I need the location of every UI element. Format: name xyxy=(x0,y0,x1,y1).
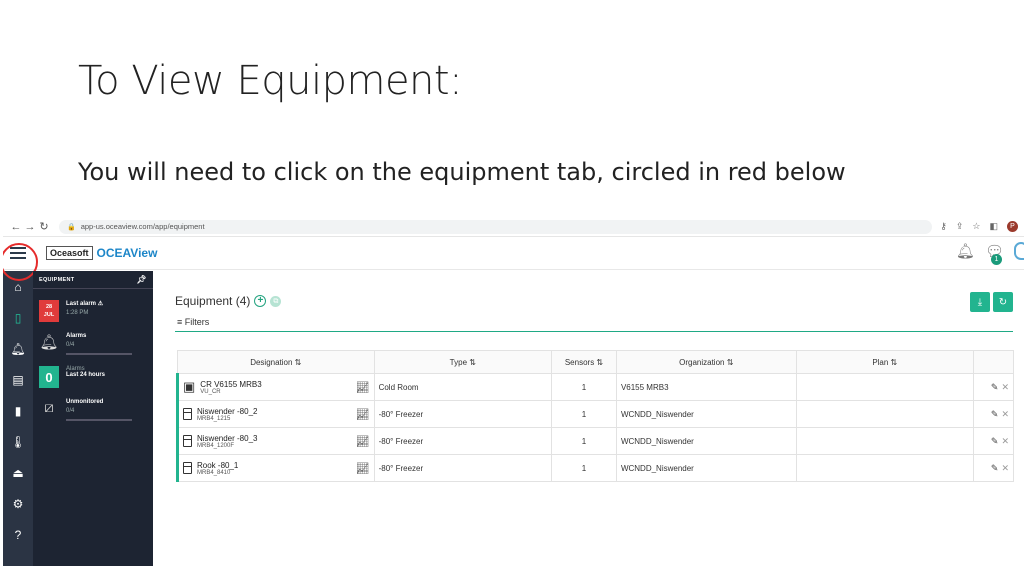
sidepanel-icon[interactable]: ◧ xyxy=(989,221,998,232)
count-badge: 0 xyxy=(39,366,59,388)
slide-subtitle: You will need to click on the equipment … xyxy=(78,158,846,186)
col-designation[interactable]: Designation ⇅ xyxy=(177,350,375,374)
box-icon: ▣ xyxy=(183,379,196,394)
gear-icon[interactable]: ⚙ xyxy=(3,488,33,519)
chat-icon[interactable]: 💬︎ 1 xyxy=(985,242,1004,265)
download-icon: ⤓ xyxy=(977,296,983,308)
unmonitored-progress xyxy=(66,419,132,421)
delete-icon[interactable]: ✕ xyxy=(1001,382,1009,392)
edit-icon[interactable]: ✎ xyxy=(991,382,999,392)
address-bar[interactable]: 🔒 app-us.oceaview.com/app/equipment xyxy=(59,219,933,234)
lock-icon: 🔒 xyxy=(67,223,76,231)
gateway-icon[interactable]: ⏏ xyxy=(3,457,33,488)
main-content: Equipment (4) + ⧉ ≡ Filters ⤓ ↻ Designat… xyxy=(168,271,1024,566)
last-alarm-label: Last alarm xyxy=(66,301,97,307)
unmonitored-item[interactable]: ⧄ Unmonitored 0/4 xyxy=(33,399,153,421)
alarms-item[interactable]: 🔔︎ Alarms 0/4 xyxy=(33,333,153,355)
chart-icon[interactable]: 📈︎ xyxy=(356,381,370,394)
alarm-bell-icon: 🔔︎ xyxy=(39,334,59,351)
table-row[interactable]: Rook -80_1 MRB4_8410 📈︎ -80° Freezer 1 WC… xyxy=(176,454,1014,482)
download-button[interactable]: ⤓ xyxy=(970,292,990,312)
divider xyxy=(175,331,1013,332)
fridge-icon xyxy=(183,462,192,474)
app-screenshot: ← → ↻ 🔒 app-us.oceaview.com/app/equipmen… xyxy=(3,217,1024,566)
page-title: Equipment (4) xyxy=(175,294,251,308)
star-icon[interactable]: ☆ xyxy=(972,221,980,232)
profile-avatar[interactable]: P xyxy=(1007,221,1018,232)
unmonitored-icon: ⧄ xyxy=(44,399,54,416)
alarms-progress xyxy=(66,353,132,355)
alarms-value: 0/4 xyxy=(66,342,75,348)
url-text: app-us.oceaview.com/app/equipment xyxy=(80,222,205,231)
brand-name: OCEAView xyxy=(96,246,158,260)
table-row[interactable]: ▣ CR V6155 MRB3 VU_CR 📈︎ Cold Room 1 V615… xyxy=(176,373,1014,401)
chart-icon[interactable]: 📈︎ xyxy=(356,462,370,475)
refresh-button[interactable]: ↻ xyxy=(993,292,1013,312)
last-alarm-item[interactable]: 28 JUL Last alarm ⚠ 1:28 PM xyxy=(33,300,153,322)
unmonitored-label: Unmonitored xyxy=(66,399,104,405)
notification-bell-icon[interactable]: 🔔︎ xyxy=(956,242,975,260)
chart-icon[interactable]: 📈︎ xyxy=(356,408,370,421)
forward-icon[interactable]: → xyxy=(23,221,37,233)
edit-icon[interactable]: ✎ xyxy=(991,436,999,446)
thermometer-icon[interactable]: 🌡︎ xyxy=(3,426,33,457)
col-organization[interactable]: Organization ⇅ xyxy=(615,350,797,374)
col-actions xyxy=(973,350,1014,374)
app-header: Oceasoft OCEAView 🔔︎ 💬︎ 1 xyxy=(3,237,1024,270)
sensor-icon[interactable]: ▮ xyxy=(3,395,33,426)
alarms-label: Alarms xyxy=(66,333,87,339)
help-icon[interactable]: ? xyxy=(3,519,33,550)
report-icon[interactable]: ▤ xyxy=(3,364,33,395)
add-icon[interactable]: + xyxy=(254,295,267,307)
reload-icon[interactable]: ↻ xyxy=(37,220,51,233)
last-alarm-time: 1:28 PM xyxy=(66,310,89,316)
panel-header: EQUIPMENT xyxy=(39,276,75,283)
equipment-table: Designation ⇅ Type ⇅ Sensors ⇅ Organizat… xyxy=(176,350,1014,482)
filter-icon: ≡ xyxy=(177,317,183,327)
col-type[interactable]: Type ⇅ xyxy=(373,350,553,374)
delete-icon[interactable]: ✕ xyxy=(1001,409,1009,419)
edit-icon[interactable]: ✎ xyxy=(991,409,999,419)
col-plan[interactable]: Plan ⇅ xyxy=(795,350,975,374)
back-icon[interactable]: ← xyxy=(9,221,23,233)
table-row[interactable]: Niswender -80_2 MRB4_1215 📈︎ -80° Freezer… xyxy=(176,400,1014,428)
equipment-icon[interactable]: ▯ xyxy=(3,302,33,333)
edit-icon[interactable]: ✎ xyxy=(991,463,999,473)
chart-icon[interactable]: 📈︎ xyxy=(356,435,370,448)
unmonitored-value: 0/4 xyxy=(66,408,75,414)
filters-toggle[interactable]: ≡ Filters xyxy=(177,317,209,327)
last24-item[interactable]: 0 Alarms Last 24 hours xyxy=(33,366,153,388)
assistant-icon[interactable] xyxy=(1014,242,1024,260)
date-badge: 28 JUL xyxy=(39,300,59,322)
share-icon[interactable]: ⇪ xyxy=(956,221,964,232)
bell-icon[interactable]: 🔔︎ xyxy=(3,333,33,364)
warning-icon: ⚠ xyxy=(97,301,104,307)
delete-icon[interactable]: ✕ xyxy=(1001,436,1009,446)
brand-logo: Oceasoft xyxy=(46,246,93,260)
fridge-icon xyxy=(183,408,192,420)
col-sensors[interactable]: Sensors ⇅ xyxy=(551,350,617,374)
slide-title: To View Equipment: xyxy=(78,58,463,104)
duplicate-icon[interactable]: ⧉ xyxy=(270,295,282,307)
table-row[interactable]: Niswender -80_3 MRB4_1200F 📈︎ -80° Freeze… xyxy=(176,427,1014,455)
fridge-icon xyxy=(183,435,192,447)
pin-icon[interactable]: 📌︎ xyxy=(137,275,147,284)
icon-rail: ⌂ ▯ 🔔︎ ▤ ▮ 🌡︎ ⏏ ⚙ ? xyxy=(3,271,33,566)
equipment-summary-panel: EQUIPMENT 📌︎ 28 JUL Last alarm ⚠ 1:28 PM… xyxy=(33,271,153,566)
browser-toolbar: ← → ↻ 🔒 app-us.oceaview.com/app/equipmen… xyxy=(3,217,1024,237)
delete-icon[interactable]: ✕ xyxy=(1001,463,1009,473)
refresh-icon: ↻ xyxy=(998,296,1008,308)
chat-badge: 1 xyxy=(990,254,1002,265)
last24-sublabel: Last 24 hours xyxy=(66,372,106,378)
filters-label: Filters xyxy=(184,317,210,327)
key-icon[interactable]: ⚷ xyxy=(940,221,947,232)
